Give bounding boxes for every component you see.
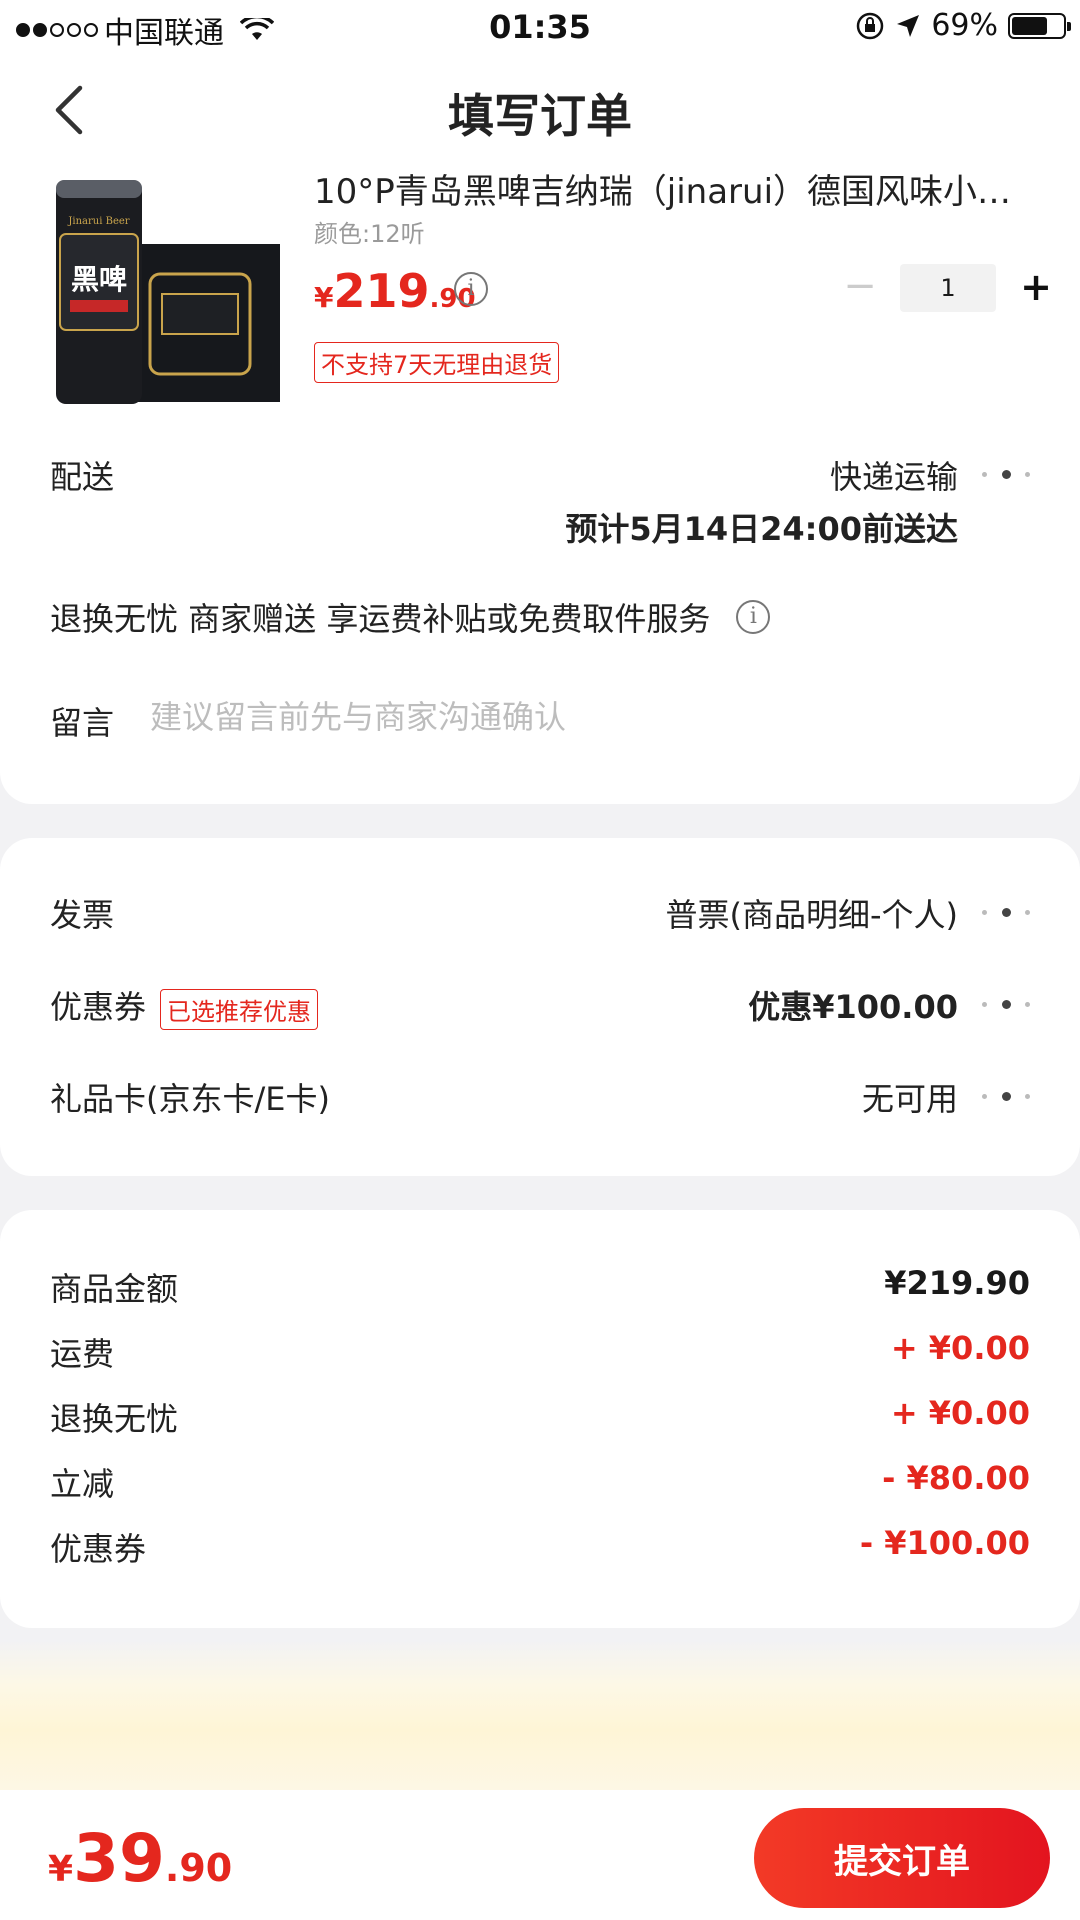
total-decimal: .90 [164,1846,233,1890]
rotation-lock-icon [857,12,884,39]
giftcard-more-icon[interactable] [982,1090,1030,1102]
delivery-eta: 预计5月14日24:00前送达 [565,510,958,548]
coupon-more-icon[interactable] [982,998,1030,1010]
location-arrow-icon [897,14,920,37]
summary-row: 优惠券 - ¥100.00 [50,1524,1030,1574]
quantity-stepper: − 1 + [840,264,1056,312]
battery-percent: 69% [931,8,998,43]
delivery-label: 配送 [50,458,115,496]
service-text: 退换无忧 商家赠送 享运费补贴或免费取件服务 [50,600,711,638]
battery-icon [1008,12,1071,39]
product-price: ¥219.90 [314,264,476,318]
summary-label: 优惠券 [50,1530,147,1568]
invoice-more-icon[interactable] [982,906,1030,918]
summary-value: + ¥0.00 [890,1329,1030,1367]
no-return-badge: 不支持7天无理由退货 [314,342,560,383]
status-bar: 中国联通 01:35 69% [0,0,1080,54]
delivery-more-icon[interactable] [982,468,1030,480]
summary-label: 立减 [50,1465,115,1503]
message-input[interactable] [150,698,1010,736]
decrement-button[interactable]: − [840,264,880,312]
price-integer: 219 [333,264,430,318]
order-detail-card: Jinarui Beer 黑啤 10°P青岛黑啤吉纳瑞（jinarui）德国风味… [0,164,1080,804]
total-price: ¥39.90 [48,1820,232,1897]
message-label: 留言 [50,704,115,742]
giftcard-value[interactable]: 无可用 [862,1074,958,1120]
coupon-label: 优惠券 [50,988,147,1026]
order-screen: 中国联通 01:35 69% 填写订单 Jinarui Beer 黑啤 10°P… [0,0,1080,1920]
coupon-tag: 已选推荐优惠 [160,988,319,1030]
page-title: 填写订单 [448,89,632,143]
product-spec: 颜色:12听 [314,220,425,248]
summary-row: 立减 - ¥80.00 [50,1459,1030,1509]
price-summary-card: 商品金额 ¥219.90 运费 + ¥0.00 退换无忧 + ¥0.00 立减 … [0,1210,1080,1628]
summary-row: 运费 + ¥0.00 [50,1329,1030,1379]
decorative-band [0,1640,1080,1790]
summary-label: 退换无忧 [50,1400,179,1438]
product-image[interactable]: Jinarui Beer 黑啤 [50,174,284,410]
delivery-method[interactable]: 快递运输 [830,452,958,498]
coupon-value[interactable]: 优惠¥100.00 [748,982,958,1028]
summary-label: 商品金额 [50,1270,179,1308]
coupon-row-label: 优惠券 已选推荐优惠 [50,982,319,1030]
invoice-label: 发票 [50,896,115,934]
checkout-bar: ¥39.90 提交订单 [0,1790,1080,1920]
service-row: 退换无忧 商家赠送 享运费补贴或免费取件服务 i [50,594,771,640]
price-info-icon[interactable]: i [454,272,488,306]
status-right: 69% [855,8,1071,43]
total-integer: 39 [73,1820,165,1897]
summary-label: 运费 [50,1335,115,1373]
quantity-value[interactable]: 1 [900,264,996,312]
summary-value: - ¥100.00 [859,1524,1030,1562]
summary-value: ¥219.90 [884,1264,1030,1302]
service-info-icon[interactable]: i [736,600,771,634]
summary-row: 退换无忧 + ¥0.00 [50,1394,1030,1444]
summary-value: - ¥80.00 [882,1459,1030,1497]
submit-order-button[interactable]: 提交订单 [754,1808,1050,1908]
summary-row: 商品金额 ¥219.90 [50,1264,1030,1314]
battery-fill [1012,16,1047,35]
price-currency: ¥ [314,281,334,314]
summary-value: + ¥0.00 [890,1394,1030,1432]
billing-card: 发票 普票(商品明细-个人) 优惠券 已选推荐优惠 优惠¥100.00 礼品卡(京… [0,838,1080,1176]
increment-button[interactable]: + [1016,264,1056,312]
giftcard-label: 礼品卡(京东卡/E卡) [50,1080,330,1118]
can-label-text: Jinarui Beer [67,216,129,227]
can-main-text: 黑啤 [71,263,127,296]
total-currency: ¥ [48,1849,74,1890]
nav-bar: 填写订单 [0,54,1080,164]
invoice-value[interactable]: 普票(商品明细-个人) [665,890,958,936]
product-title[interactable]: 10°P青岛黑啤吉纳瑞（jinarui）德国风味小… [314,164,1014,213]
